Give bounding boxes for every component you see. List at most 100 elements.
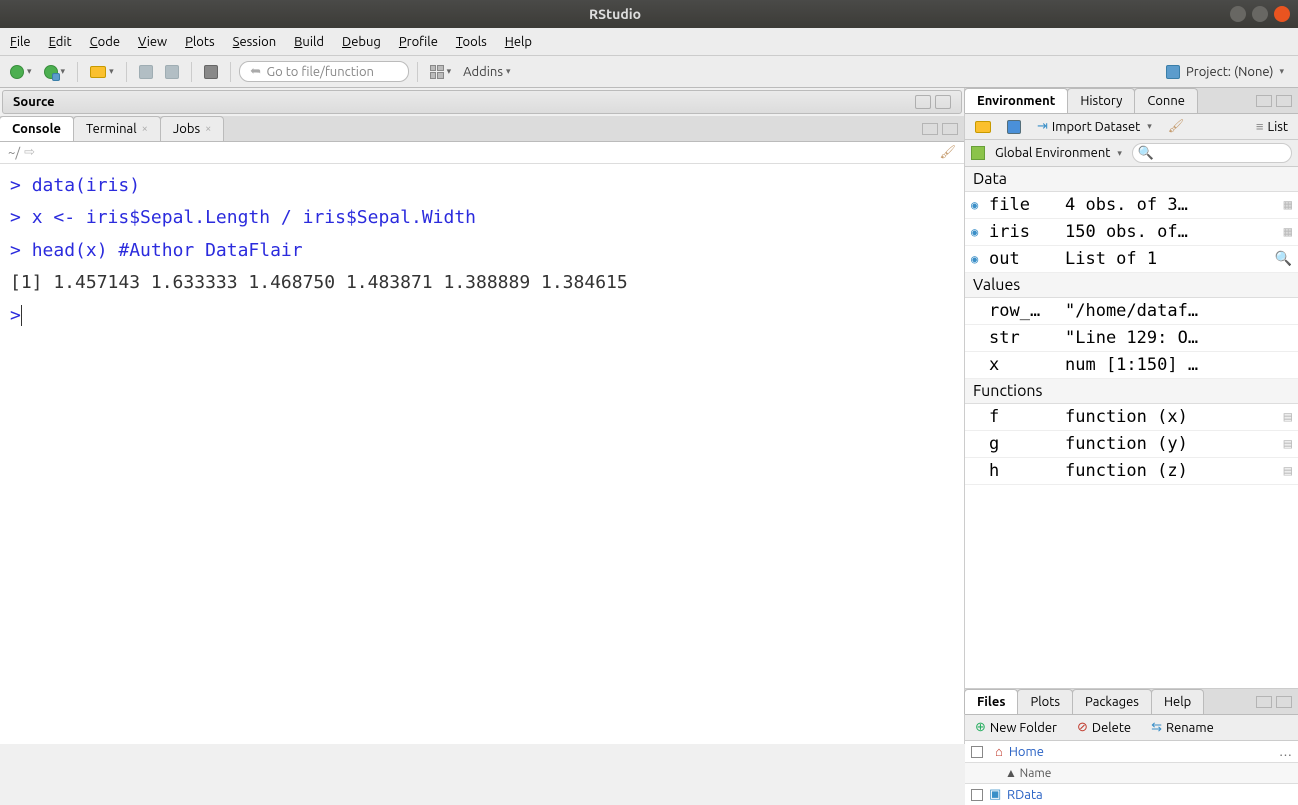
workspace-panes-button[interactable] bbox=[426, 63, 456, 81]
expand-icon[interactable]: ◉ bbox=[971, 252, 985, 266]
files-minimize-icon[interactable] bbox=[1256, 696, 1272, 708]
file-row-rdata[interactable]: ▣ RData bbox=[965, 784, 1298, 805]
new-folder-button[interactable]: ⊕ New Folder bbox=[971, 718, 1061, 737]
menu-session[interactable]: Session bbox=[233, 35, 276, 49]
console-subheader: ~/ ⇨ 🖌 bbox=[0, 142, 964, 164]
tab-files[interactable]: Files bbox=[964, 689, 1018, 714]
open-file-button[interactable] bbox=[86, 64, 118, 80]
addins-button[interactable]: Addins bbox=[459, 63, 514, 81]
environment-toolbar: ⇥ Import Dataset 🖌 ≡ List bbox=[965, 114, 1298, 140]
r-project-icon bbox=[1166, 65, 1180, 79]
clear-objects-button[interactable]: 🖌 bbox=[1164, 117, 1189, 136]
console-popout-icon[interactable]: ⇨ bbox=[24, 145, 35, 160]
env-row-file[interactable]: ◉file4 obs. of 3…▦ bbox=[965, 192, 1298, 219]
rename-button[interactable]: ⇆ Rename bbox=[1147, 718, 1218, 737]
file-checkbox[interactable] bbox=[971, 789, 983, 801]
menu-tools[interactable]: Tools bbox=[456, 35, 487, 49]
menu-code[interactable]: Code bbox=[90, 35, 120, 49]
console-maximize-icon[interactable] bbox=[942, 123, 958, 135]
delete-button[interactable]: ⊘ Delete bbox=[1073, 718, 1135, 737]
search-icon: 🔍 bbox=[1138, 146, 1154, 161]
files-col-name[interactable]: ▲ Name bbox=[1005, 766, 1051, 780]
new-project-button[interactable] bbox=[40, 63, 70, 81]
tab-console[interactable]: Console bbox=[0, 116, 74, 141]
window-close-button[interactable] bbox=[1274, 6, 1290, 22]
more-icon[interactable]: … bbox=[1279, 745, 1292, 759]
source-minimize-icon[interactable] bbox=[915, 95, 931, 109]
main-toolbar: Go to file/function Addins Project: (Non… bbox=[0, 56, 1298, 88]
env-minimize-icon[interactable] bbox=[1256, 95, 1272, 107]
goto-file-input[interactable]: Go to file/function bbox=[239, 61, 409, 82]
env-row-x[interactable]: xnum [1:150] … bbox=[965, 352, 1298, 379]
close-icon[interactable]: × bbox=[142, 123, 148, 135]
env-section-data: Data bbox=[965, 167, 1298, 192]
doc-icon[interactable]: ▤ bbox=[1284, 463, 1292, 479]
menu-build[interactable]: Build bbox=[294, 35, 324, 49]
tab-help[interactable]: Help bbox=[1151, 689, 1204, 714]
env-row-h[interactable]: hfunction (z)▤ bbox=[965, 458, 1298, 485]
grid-icon[interactable]: ▦ bbox=[1284, 224, 1292, 240]
env-row-g[interactable]: gfunction (y)▤ bbox=[965, 431, 1298, 458]
env-section-functions: Functions bbox=[965, 379, 1298, 404]
menu-edit[interactable]: Edit bbox=[49, 35, 72, 49]
env-scope-selector[interactable]: Global Environment bbox=[991, 144, 1126, 162]
files-maximize-icon[interactable] bbox=[1276, 696, 1292, 708]
menu-help[interactable]: Help bbox=[505, 35, 532, 49]
menu-plots[interactable]: Plots bbox=[185, 35, 215, 49]
console-output[interactable]: > data(iris) > x <- iris$Sepal.Length / … bbox=[0, 164, 964, 744]
window-minimize-button[interactable] bbox=[1230, 6, 1246, 22]
tab-plots[interactable]: Plots bbox=[1017, 689, 1073, 714]
tab-jobs[interactable]: Jobs× bbox=[160, 116, 224, 141]
doc-icon[interactable]: ▤ bbox=[1284, 409, 1292, 425]
env-maximize-icon[interactable] bbox=[1276, 95, 1292, 107]
magnify-icon[interactable]: 🔍 bbox=[1275, 251, 1292, 267]
save-button[interactable] bbox=[135, 63, 157, 81]
env-scope-icon bbox=[971, 146, 985, 160]
window-maximize-button[interactable] bbox=[1252, 6, 1268, 22]
environment-scope-bar: Global Environment 🔍 bbox=[965, 140, 1298, 167]
doc-icon[interactable]: ▤ bbox=[1284, 436, 1292, 452]
print-button[interactable] bbox=[200, 63, 222, 81]
clear-console-icon[interactable]: 🖌 bbox=[939, 145, 956, 159]
menu-profile[interactable]: Profile bbox=[399, 35, 438, 49]
save-workspace-button[interactable] bbox=[1003, 118, 1025, 136]
source-maximize-icon[interactable] bbox=[935, 95, 951, 109]
breadcrumb-home[interactable]: Home bbox=[1009, 745, 1044, 759]
menu-file[interactable]: File bbox=[10, 35, 31, 49]
home-icon[interactable]: ⌂ bbox=[995, 744, 1003, 759]
new-file-button[interactable] bbox=[6, 63, 36, 81]
env-row-str[interactable]: str"Line 129: O… bbox=[965, 325, 1298, 352]
console-working-dir: ~/ bbox=[8, 146, 20, 160]
tab-environment[interactable]: Environment bbox=[964, 88, 1068, 113]
tab-terminal[interactable]: Terminal× bbox=[73, 116, 161, 141]
environment-tabs: Environment History Conne bbox=[965, 88, 1298, 114]
tab-packages[interactable]: Packages bbox=[1072, 689, 1152, 714]
load-workspace-button[interactable] bbox=[971, 119, 995, 135]
import-dataset-button[interactable]: ⇥ Import Dataset bbox=[1033, 117, 1156, 136]
menu-view[interactable]: View bbox=[138, 35, 167, 49]
tab-history[interactable]: History bbox=[1067, 88, 1135, 113]
source-pane-header: Source bbox=[2, 90, 962, 114]
env-row-rownames[interactable]: row_…"/home/dataf… bbox=[965, 298, 1298, 325]
env-row-iris[interactable]: ◉iris150 obs. of…▦ bbox=[965, 219, 1298, 246]
environment-list: Data ◉file4 obs. of 3…▦ ◉iris150 obs. of… bbox=[965, 167, 1298, 688]
console-tabs: Console Terminal× Jobs× bbox=[0, 116, 964, 142]
view-list-button[interactable]: ≡ List bbox=[1252, 117, 1292, 136]
env-search-input[interactable]: 🔍 bbox=[1132, 143, 1292, 163]
expand-icon[interactable]: ◉ bbox=[971, 225, 985, 239]
env-row-out[interactable]: ◉outList of 1🔍 bbox=[965, 246, 1298, 273]
window-titlebar: RStudio bbox=[0, 0, 1298, 28]
expand-icon[interactable]: ◉ bbox=[971, 198, 985, 212]
close-icon[interactable]: × bbox=[205, 123, 211, 135]
select-all-checkbox[interactable] bbox=[971, 746, 983, 758]
console-minimize-icon[interactable] bbox=[922, 123, 938, 135]
save-all-button[interactable] bbox=[161, 63, 183, 81]
menu-debug[interactable]: Debug bbox=[342, 35, 381, 49]
menu-bar: File Edit Code View Plots Session Build … bbox=[0, 28, 1298, 56]
project-selector[interactable]: Project: (None) ▾ bbox=[1166, 65, 1292, 79]
window-controls bbox=[1230, 6, 1290, 22]
tab-connections[interactable]: Conne bbox=[1134, 88, 1198, 113]
env-row-f[interactable]: ffunction (x)▤ bbox=[965, 404, 1298, 431]
grid-icon[interactable]: ▦ bbox=[1284, 197, 1292, 213]
env-section-values: Values bbox=[965, 273, 1298, 298]
